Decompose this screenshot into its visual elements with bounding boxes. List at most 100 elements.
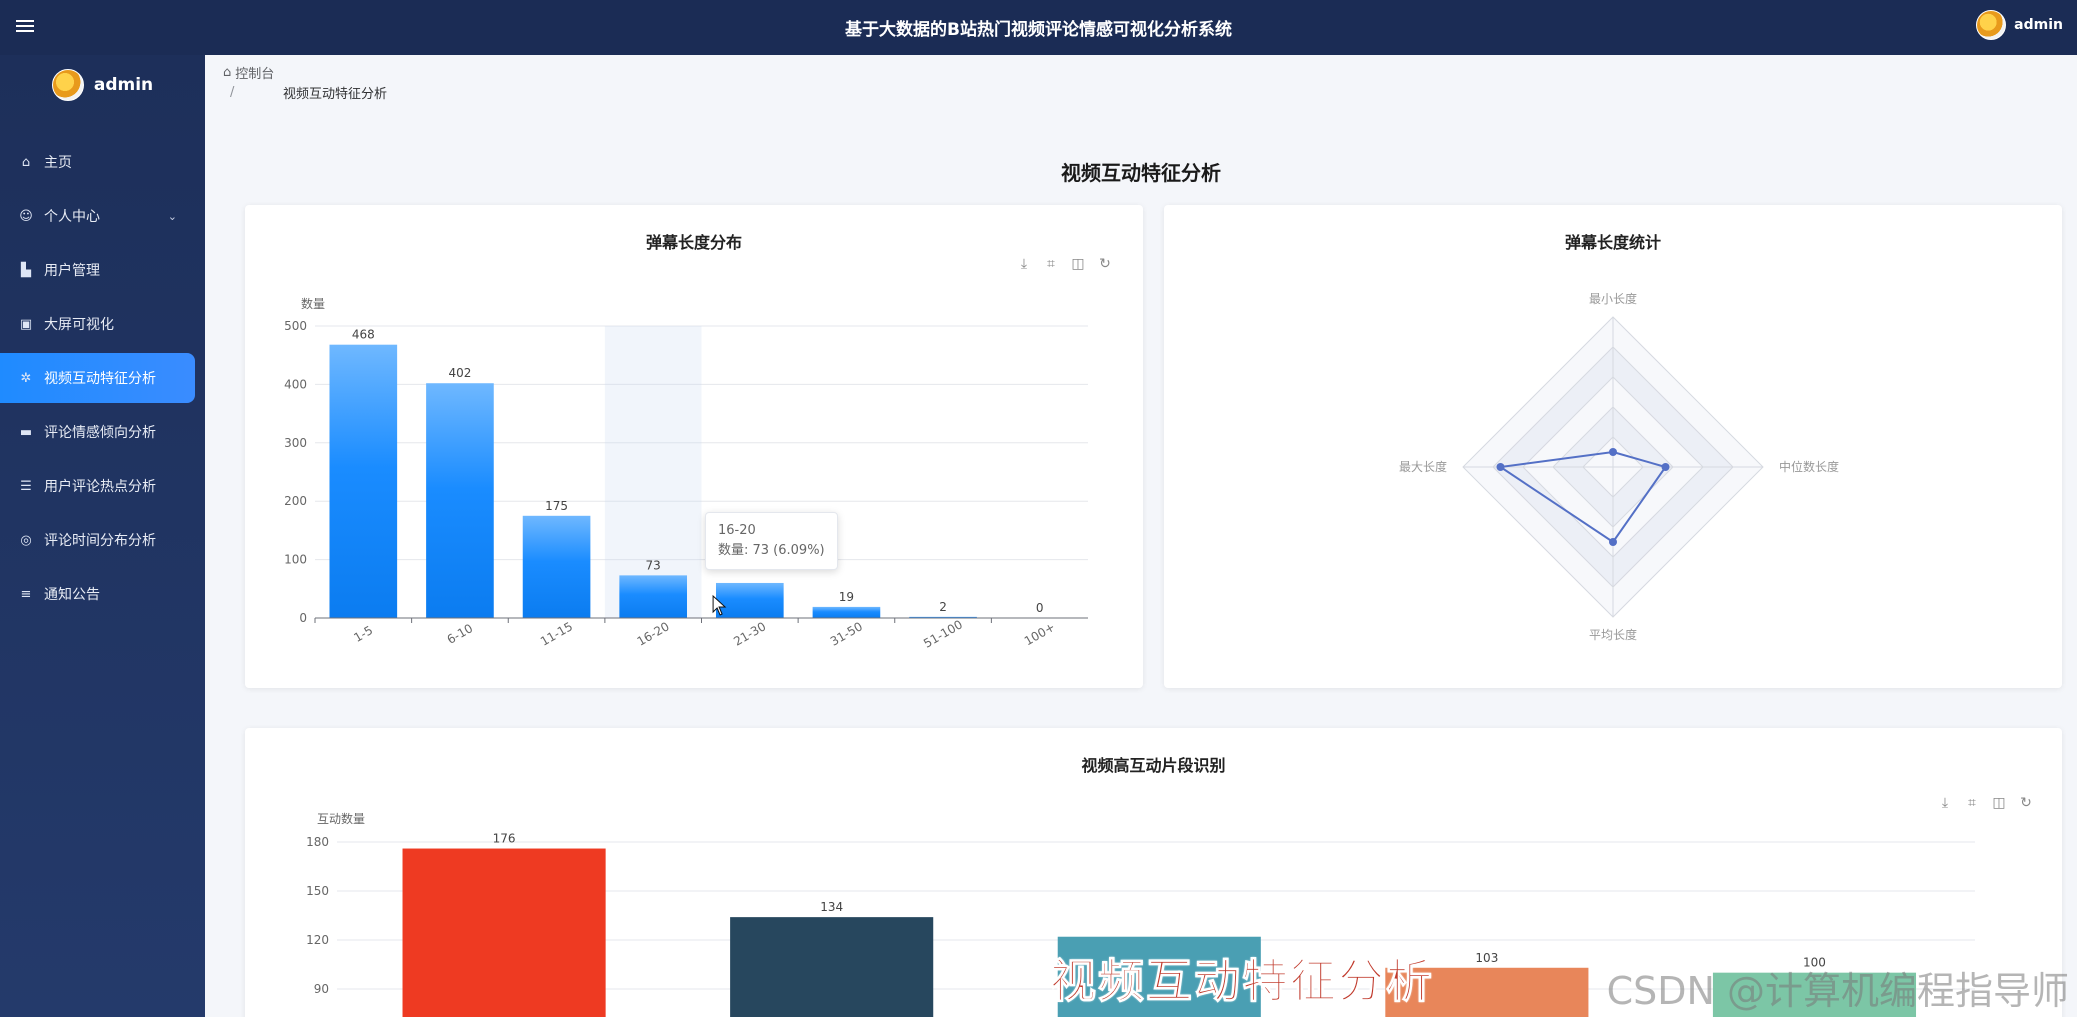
x-tick-label: 21-30 xyxy=(731,619,768,649)
sidebar-item-label: 评论情感倾向分析 xyxy=(44,425,156,441)
breadcrumb-home[interactable]: ⌂ 控制台 xyxy=(223,63,274,82)
y-tick-label: 150 xyxy=(306,884,329,898)
y-tick-label: 100 xyxy=(284,553,307,567)
sliders-icon: ☰ xyxy=(20,478,32,494)
chevron-down-icon[interactable]: ⌄ xyxy=(168,210,177,223)
tooltip-title: 16-20 xyxy=(718,523,756,538)
data-label: 176 xyxy=(493,832,516,846)
data-label: 175 xyxy=(545,499,568,513)
sidebar-item-home[interactable]: ⌂ 主页 xyxy=(0,137,195,187)
x-tick-label: 100+ xyxy=(1022,620,1058,649)
page-title: 视频互动特征分析 xyxy=(1061,161,1221,185)
bar xyxy=(715,582,784,618)
radar-point xyxy=(1661,463,1670,471)
tooltip-value: 数量: 73 (6.09%) xyxy=(718,543,825,558)
system-title: 基于大数据的B站热门视频评论情感可视化分析系统 xyxy=(845,20,1232,40)
sidebar-item-label: 视频互动特征分析 xyxy=(44,371,156,387)
radar-point xyxy=(1609,448,1617,456)
header-user[interactable]: admin xyxy=(1976,10,2063,40)
watermark: CSDN @计算机编程指导师 xyxy=(1606,969,2069,1013)
breadcrumb-current: 视频互动特征分析 xyxy=(283,87,388,102)
sidebar-item-label: 评论时间分布分析 xyxy=(44,533,156,549)
chart-tooltip: 16-20 数量: 73 (6.09%) xyxy=(705,512,838,570)
x-tick-label: 16-20 xyxy=(635,619,672,649)
radar-indicator-label: 最大长度 xyxy=(1399,459,1447,474)
radar-indicator-label: 中位数长度 xyxy=(1779,459,1839,474)
y-tick-label: 400 xyxy=(284,377,307,391)
y-tick-label: 200 xyxy=(284,494,307,508)
radar-indicator-label: 平均长度 xyxy=(1589,627,1637,642)
data-label: 103 xyxy=(1475,951,1498,965)
bar xyxy=(426,383,494,618)
bar-chart-danmaku-length[interactable]: 数量 0 100 200 300 400 500 468 1-5 402 6-10 175 11-15 7… xyxy=(245,205,1143,688)
data-label: 402 xyxy=(448,366,471,380)
sidebar-brand-name: admin xyxy=(93,75,154,95)
avatar[interactable] xyxy=(1976,10,2007,40)
sidebar-item-notice[interactable]: ≡ 通知公告 xyxy=(0,569,195,619)
data-label: 468 xyxy=(352,328,375,342)
x-tick-label: 1-5 xyxy=(351,623,375,645)
user-icon: ☺ xyxy=(19,208,33,224)
sidebar-item-profile[interactable]: ☺ 个人中心 ⌄ xyxy=(0,191,195,241)
y-tick-label: 300 xyxy=(284,436,307,450)
y-tick-label: 90 xyxy=(314,982,329,996)
data-label: 73 xyxy=(646,558,661,572)
y-axis-label: 互动数量 xyxy=(317,811,365,826)
sidebar-brand: admin xyxy=(0,55,205,115)
radar-point xyxy=(1496,463,1505,471)
sidebar-item-label: 通知公告 xyxy=(44,587,100,603)
bar xyxy=(522,515,591,618)
danmaku-length-stats-card: 弹幕长度统计 最小长度 中位数长度 平均长度 最大长度 xyxy=(1164,205,2062,688)
sidebar-item-time-distribution[interactable]: ◎ 评论时间分布分析 xyxy=(0,515,195,565)
breadcrumb: ⌂ 控制台 / 视频互动特征分析 xyxy=(223,63,387,102)
data-label: 2 xyxy=(939,600,947,614)
header-username: admin xyxy=(2014,17,2063,33)
sidebar-item-label: 用户管理 xyxy=(44,263,100,279)
danmaku-length-distribution-card: 弹幕长度分布 ⤓ ⌗ ◫ ↻ 数量 0 100 200 300 400 500 468 1-5 4… xyxy=(245,205,1143,688)
clipboard-icon: ▣ xyxy=(19,316,33,332)
home-icon: ⌂ xyxy=(21,154,31,170)
bar xyxy=(730,917,934,1017)
home-icon: ⌂ xyxy=(223,65,232,80)
x-tick-label: 11-15 xyxy=(538,619,575,649)
data-label: 0 xyxy=(1036,601,1044,615)
x-tick-label: 51-100 xyxy=(921,617,965,650)
sidebar-item-label: 主页 xyxy=(44,155,72,171)
main-content: ⌂ 控制台 / 视频互动特征分析 视频互动特征分析 弹幕长度分布 ⤓ ⌗ ◫ ↻ … xyxy=(205,55,2077,1017)
sidebar-item-sentiment[interactable]: ▬ 评论情感倾向分析 xyxy=(0,407,195,457)
y-tick-label: 500 xyxy=(284,319,307,333)
breadcrumb-home-label: 控制台 xyxy=(235,67,275,82)
sidebar-item-hotspot[interactable]: ☰ 用户评论热点分析 xyxy=(0,461,195,511)
data-label: 134 xyxy=(820,900,843,914)
network-icon: ✲ xyxy=(20,370,32,386)
y-tick-label: 120 xyxy=(306,933,329,947)
radar-indicator-label: 最小长度 xyxy=(1589,291,1637,306)
top-header: 基于大数据的B站热门视频评论情感可视化分析系统 admin xyxy=(0,0,2077,55)
sidebar: admin ⌂ 主页 ☺ 个人中心 ⌄ ▙ 用户管理 ▣ 大屏可视化 ✲ 视频互动特征分析 … xyxy=(0,55,205,1017)
y-tick-label: 0 xyxy=(299,611,307,625)
radar-point xyxy=(1609,538,1617,546)
x-tick-label: 6-10 xyxy=(445,621,476,647)
sidebar-item-label: 大屏可视化 xyxy=(44,317,114,333)
sidebar-avatar xyxy=(51,69,84,101)
radar-chart-danmaku-stats[interactable]: 最小长度中位数长度平均长度 最大长度 xyxy=(1164,205,2062,688)
monitor-icon: ▬ xyxy=(19,424,33,440)
sidebar-item-video-interaction[interactable]: ✲ 视频互动特征分析 xyxy=(0,353,195,403)
breadcrumb-separator: / xyxy=(230,85,235,100)
bar xyxy=(329,344,398,618)
y-axis-label: 数量 xyxy=(301,296,325,311)
sidebar-item-label: 个人中心 xyxy=(44,209,100,225)
hover-shadow xyxy=(604,326,702,618)
bar xyxy=(619,575,688,618)
list-icon: ≡ xyxy=(20,586,32,602)
sidebar-nav: ⌂ 主页 ☺ 个人中心 ⌄ ▙ 用户管理 ▣ 大屏可视化 ✲ 视频互动特征分析 ▬ 评论情感倾… xyxy=(0,137,205,619)
data-label: 19 xyxy=(839,590,854,604)
sidebar-item-label: 用户评论热点分析 xyxy=(44,479,156,495)
sidebar-item-dashboard[interactable]: ▣ 大屏可视化 xyxy=(0,299,195,349)
video-overlay-caption: 视频互动特征分析 xyxy=(1050,954,1434,1009)
bar xyxy=(402,848,606,1017)
users-icon: ▙ xyxy=(21,262,31,278)
sidebar-item-users[interactable]: ▙ 用户管理 xyxy=(0,245,195,295)
bar xyxy=(812,606,881,618)
circle-icon: ◎ xyxy=(20,532,32,548)
